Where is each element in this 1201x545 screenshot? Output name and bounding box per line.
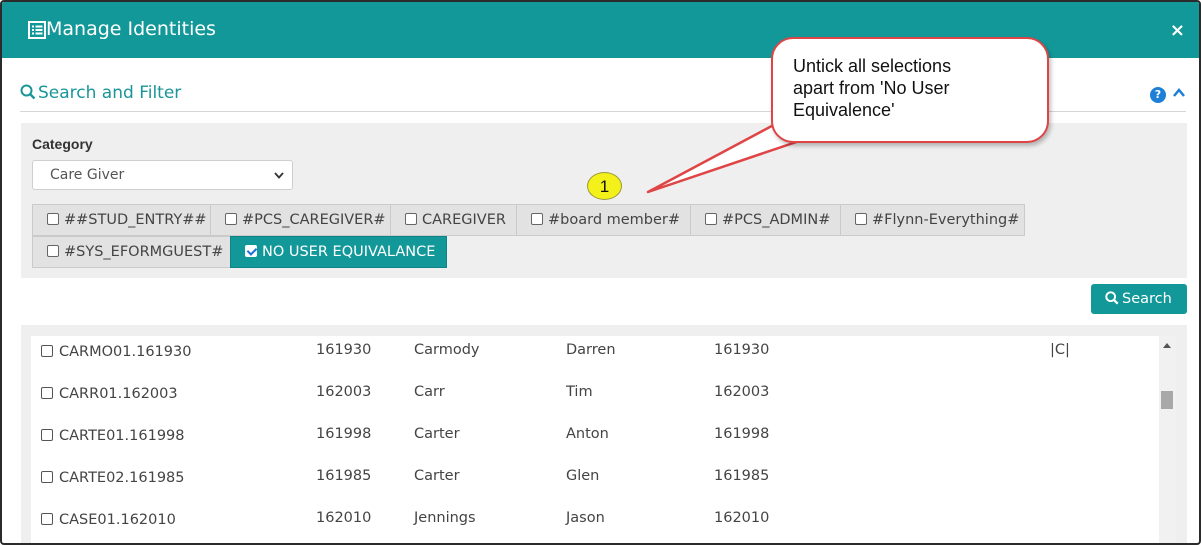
identity-id: CARR01.162003 bbox=[59, 386, 178, 402]
search-button[interactable]: Search bbox=[1091, 284, 1187, 314]
last-name: Carter bbox=[414, 426, 460, 442]
chevron-up-icon[interactable] bbox=[1172, 86, 1186, 100]
identity-code: 161985 bbox=[714, 468, 770, 484]
tag-label: #Flynn-Everything# bbox=[872, 212, 1020, 228]
category-selected-value: Care Giver bbox=[50, 167, 125, 183]
identity-number: 161985 bbox=[316, 468, 372, 484]
row-checkbox[interactable] bbox=[41, 345, 53, 357]
results-list: CARMO01.161930 161930 Carmody Darren 161… bbox=[31, 336, 1159, 543]
row-checkbox[interactable] bbox=[41, 429, 53, 441]
category-select[interactable]: Care Giver bbox=[32, 160, 293, 190]
identity-id: CASE01.162010 bbox=[59, 512, 176, 528]
identity-code: 161998 bbox=[714, 426, 770, 442]
search-icon bbox=[20, 84, 36, 100]
chevron-down-icon bbox=[274, 172, 284, 179]
tag-label: #board member# bbox=[548, 212, 681, 228]
equivalence-tag[interactable]: #SYS_EFORMGUEST# bbox=[32, 236, 231, 268]
callout-text-line: Equivalence' bbox=[793, 100, 895, 120]
identity-number: 161998 bbox=[316, 426, 372, 442]
tag-label: #SYS_EFORMGUEST# bbox=[64, 244, 224, 260]
first-name: Darren bbox=[566, 342, 616, 358]
callout-text-line: apart from 'No User bbox=[793, 78, 950, 98]
tag-checkbox[interactable] bbox=[405, 213, 417, 225]
equivalence-tag[interactable]: #board member# bbox=[516, 204, 691, 236]
manage-identities-dialog: Manage Identities × Search and Filter ? … bbox=[0, 0, 1201, 545]
category-label: Category bbox=[32, 136, 93, 152]
last-name: Jennings bbox=[414, 510, 476, 526]
table-row[interactable]: CARMO01.161930 161930 Carmody Darren 161… bbox=[31, 336, 1159, 378]
tag-checkbox[interactable] bbox=[531, 213, 543, 225]
equivalence-tag[interactable]: #Flynn-Everything# bbox=[840, 204, 1025, 236]
row-checkbox[interactable] bbox=[41, 471, 53, 483]
identity-number: 162003 bbox=[316, 384, 372, 400]
first-name: Glen bbox=[566, 468, 600, 484]
identity-code: 161930 bbox=[714, 342, 770, 358]
results-panel: CARMO01.161930 161930 Carmody Darren 161… bbox=[21, 325, 1187, 543]
close-icon[interactable]: × bbox=[1170, 22, 1185, 40]
table-row[interactable]: CARTE02.161985 161985 Carter Glen 161985 bbox=[31, 462, 1159, 504]
scroll-up-icon[interactable] bbox=[1163, 343, 1171, 348]
tag-checkbox-checked[interactable] bbox=[245, 245, 257, 257]
tag-checkbox[interactable] bbox=[47, 245, 59, 257]
first-name: Tim bbox=[566, 384, 593, 400]
tag-checkbox[interactable] bbox=[225, 213, 237, 225]
search-icon bbox=[1105, 291, 1119, 305]
row-checkbox[interactable] bbox=[41, 387, 53, 399]
row-checkbox[interactable] bbox=[41, 513, 53, 525]
identity-code: 162010 bbox=[714, 510, 770, 526]
filter-panel: Category Care Giver ##STUD_ENTRY## #PCS_… bbox=[21, 123, 1187, 278]
search-button-label: Search bbox=[1122, 291, 1172, 307]
identity-code: 162003 bbox=[714, 384, 770, 400]
results-scrollbar[interactable] bbox=[1159, 336, 1176, 543]
tag-checkbox[interactable] bbox=[705, 213, 717, 225]
tag-label: #PCS_CAREGIVER# bbox=[242, 212, 386, 228]
tag-label: ##STUD_ENTRY## bbox=[64, 212, 207, 228]
callout-text-line: Untick all selections bbox=[793, 56, 952, 76]
last-name: Carter bbox=[414, 468, 460, 484]
list-icon bbox=[28, 21, 46, 39]
help-icon[interactable]: ? bbox=[1150, 87, 1166, 103]
identity-id: CARMO01.161930 bbox=[59, 344, 192, 360]
first-name: Jason bbox=[566, 510, 605, 526]
tag-label: #PCS_ADMIN# bbox=[722, 212, 831, 228]
identity-number: 161930 bbox=[316, 342, 372, 358]
identity-number: 162010 bbox=[316, 510, 372, 526]
identity-flag: |C| bbox=[1050, 342, 1070, 358]
dialog-title: Manage Identities bbox=[46, 18, 216, 40]
step-number-badge: 1 bbox=[587, 172, 622, 200]
table-row[interactable]: CARTE01.161998 161998 Carter Anton 16199… bbox=[31, 420, 1159, 462]
tag-label: NO USER EQUIVALANCE bbox=[262, 244, 436, 260]
scroll-thumb[interactable] bbox=[1161, 391, 1173, 409]
last-name: Carr bbox=[414, 384, 445, 400]
identity-id: CARTE02.161985 bbox=[59, 470, 185, 486]
instruction-callout: Untick all selections apart from 'No Use… bbox=[771, 37, 1049, 143]
equivalence-tag[interactable]: ##STUD_ENTRY## bbox=[32, 204, 211, 236]
tag-label: CAREGIVER bbox=[422, 212, 506, 228]
first-name: Anton bbox=[566, 426, 609, 442]
tag-checkbox[interactable] bbox=[47, 213, 59, 225]
table-row[interactable]: CARR01.162003 162003 Carr Tim 162003 bbox=[31, 378, 1159, 420]
search-filter-label: Search and Filter bbox=[38, 83, 182, 103]
last-name: Carmody bbox=[414, 342, 480, 358]
identity-id: CARTE01.161998 bbox=[59, 428, 185, 444]
tag-checkbox[interactable] bbox=[855, 213, 867, 225]
search-filter-heading[interactable]: Search and Filter bbox=[20, 83, 181, 103]
equivalence-tag[interactable]: CAREGIVER bbox=[390, 204, 517, 236]
table-row[interactable]: CASE01.162010 162010 Jennings Jason 1620… bbox=[31, 504, 1159, 543]
equivalence-tag-selected[interactable]: NO USER EQUIVALANCE bbox=[230, 236, 447, 268]
equivalence-tag[interactable]: #PCS_CAREGIVER# bbox=[210, 204, 391, 236]
equivalence-tag[interactable]: #PCS_ADMIN# bbox=[690, 204, 841, 236]
